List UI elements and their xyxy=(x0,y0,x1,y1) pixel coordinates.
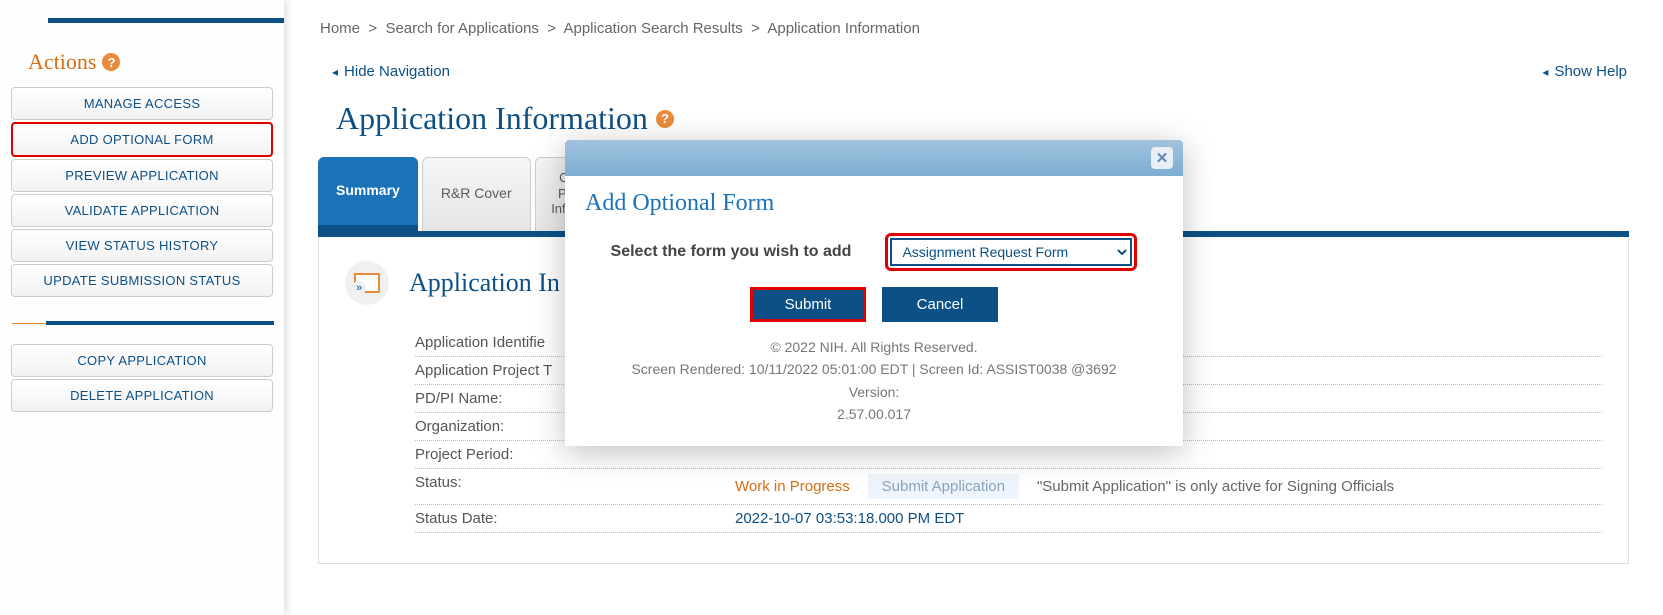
footer-version-label: Version: xyxy=(585,381,1163,403)
submit-application-button: Submit Application xyxy=(868,474,1019,499)
application-info-icon xyxy=(345,261,389,305)
breadcrumb-search[interactable]: Search for Applications xyxy=(385,20,538,37)
add-optional-form-button[interactable]: ADD OPTIONAL FORM xyxy=(11,122,273,157)
info-value: 2022-10-07 03:53:18.000 PM EDT xyxy=(735,510,964,527)
preview-application-button[interactable]: PREVIEW APPLICATION xyxy=(11,159,273,192)
footer-version: 2.57.00.017 xyxy=(585,403,1163,425)
tab-rr-cover[interactable]: R&R Cover xyxy=(422,157,531,231)
hide-navigation-link[interactable]: Hide Navigation xyxy=(332,63,450,80)
info-row-status: Status: Work in Progress Submit Applicat… xyxy=(415,469,1602,505)
footer-screen-info: Screen Rendered: 10/11/2022 05:01:00 EDT… xyxy=(585,358,1163,380)
sidebar: Actions ? MANAGE ACCESS ADD OPTIONAL FOR… xyxy=(0,0,284,615)
sidebar-divider xyxy=(12,323,274,324)
delete-application-button[interactable]: DELETE APPLICATION xyxy=(11,379,273,412)
sidebar-title: Actions xyxy=(28,49,96,75)
optional-form-select[interactable]: Assignment Request Form xyxy=(890,238,1132,266)
help-icon[interactable]: ? xyxy=(656,110,674,128)
close-icon[interactable]: ✕ xyxy=(1151,147,1173,169)
show-help-link[interactable]: Show Help xyxy=(1542,63,1627,80)
cancel-button[interactable]: Cancel xyxy=(882,287,998,322)
manage-access-button[interactable]: MANAGE ACCESS xyxy=(11,87,273,120)
info-label: Status Date: xyxy=(415,510,735,527)
page-title: Application Information xyxy=(336,100,648,137)
add-optional-form-modal: ✕ Add Optional Form Select the form you … xyxy=(565,140,1183,446)
select-highlight-wrap: Assignment Request Form xyxy=(885,233,1137,271)
panel-title: Application In xyxy=(409,268,560,298)
update-submission-status-button[interactable]: UPDATE SUBMISSION STATUS xyxy=(11,264,273,297)
copy-application-button[interactable]: COPY APPLICATION xyxy=(11,344,273,377)
status-value: Work in Progress xyxy=(735,478,850,495)
modal-button-row: Submit Cancel xyxy=(585,287,1163,322)
help-icon[interactable]: ? xyxy=(102,53,120,71)
signing-officials-note: "Submit Application" is only active for … xyxy=(1037,478,1394,495)
modal-select-row: Select the form you wish to add Assignme… xyxy=(585,233,1163,271)
modal-title: Add Optional Form xyxy=(585,190,1163,217)
tab-summary[interactable]: Summary xyxy=(318,157,418,231)
modal-header: ✕ xyxy=(565,140,1183,176)
sidebar-title-row: Actions ? xyxy=(0,15,284,85)
modal-select-label: Select the form you wish to add xyxy=(611,243,852,261)
info-row-status-date: Status Date: 2022-10-07 03:53:18.000 PM … xyxy=(415,505,1602,533)
modal-footer: © 2022 NIH. All Rights Reserved. Screen … xyxy=(585,336,1163,426)
breadcrumb: Home > Search for Applications > Applica… xyxy=(318,0,1629,49)
submit-button[interactable]: Submit xyxy=(753,290,863,319)
nav-row: Hide Navigation Show Help xyxy=(318,49,1629,100)
status-value-group: Work in Progress Submit Application "Sub… xyxy=(735,474,1394,499)
breadcrumb-results[interactable]: Application Search Results xyxy=(563,20,742,37)
footer-copyright: © 2022 NIH. All Rights Reserved. xyxy=(585,336,1163,358)
modal-body: Add Optional Form Select the form you wi… xyxy=(565,176,1183,446)
sidebar-accent-bar xyxy=(48,18,284,23)
validate-application-button[interactable]: VALIDATE APPLICATION xyxy=(11,194,273,227)
info-label: Project Period: xyxy=(415,446,735,463)
submit-highlight-wrap: Submit xyxy=(750,287,866,322)
page-title-row: Application Information ? xyxy=(318,100,1629,137)
breadcrumb-current: Application Information xyxy=(767,20,920,37)
info-label: Status: xyxy=(415,474,735,499)
breadcrumb-home[interactable]: Home xyxy=(320,20,360,37)
view-status-history-button[interactable]: VIEW STATUS HISTORY xyxy=(11,229,273,262)
